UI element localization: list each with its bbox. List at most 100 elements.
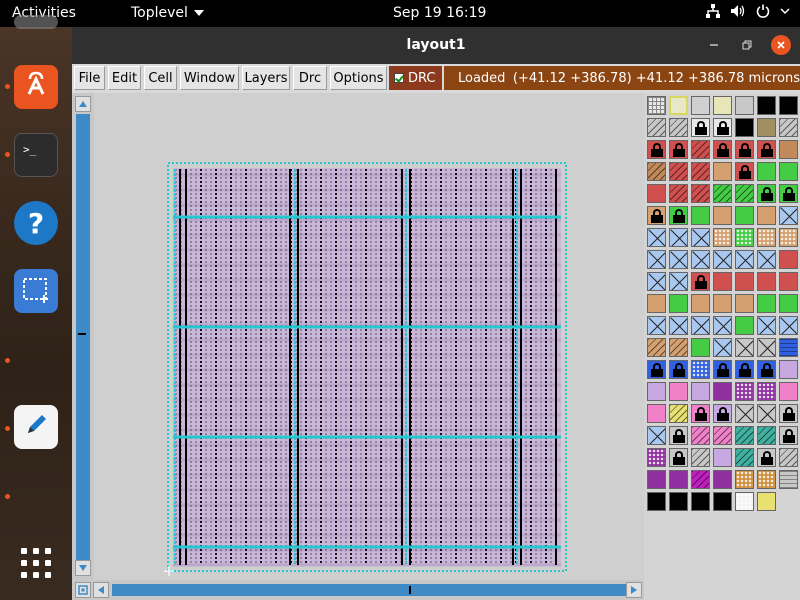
layer-swatch-grey-hatch[interactable] [779,118,798,137]
layer-swatch-grey-cross[interactable] [735,338,754,357]
maximize-button[interactable] [737,35,757,55]
system-tray[interactable] [706,4,790,18]
layer-swatch-tan[interactable] [713,162,732,181]
layer-swatch-brown[interactable] [779,140,798,159]
layer-swatch-lock-blue[interactable] [735,360,754,379]
layer-swatch-grey-hatch[interactable] [691,448,710,467]
layer-swatch-lilac[interactable] [779,360,798,379]
layer-swatch-lock-red[interactable] [735,140,754,159]
menu-file[interactable]: File [74,66,105,90]
dock-item-text-editor[interactable] [14,405,58,449]
layer-swatch-lock-grey[interactable] [779,426,798,445]
layer-swatch-teal-hatch[interactable] [757,426,776,445]
layer-swatch-pink[interactable] [647,404,666,423]
layer-swatch-blue-cross[interactable] [669,316,688,335]
layer-swatch-blue-cross[interactable] [779,316,798,335]
layer-swatch-tan-hatch[interactable] [669,338,688,357]
layer-swatch-magenta-hatch[interactable] [691,470,710,489]
layer-swatch-purple-dots[interactable] [735,382,754,401]
layer-swatch-teal-hatch[interactable] [735,426,754,445]
layer-swatch-pink-hatch[interactable] [713,426,732,445]
layer-swatch-lock-grey[interactable] [669,448,688,467]
layer-swatch-lock-black[interactable] [647,492,666,511]
layer-swatch-lock-blue[interactable] [647,360,666,379]
vertical-scroll-thumb[interactable] [76,114,90,562]
layout-drawing[interactable] [94,93,644,580]
layer-swatch-blue-cross[interactable] [647,228,666,247]
layer-swatch-green-hatch[interactable] [713,184,732,203]
layer-swatch-red[interactable] [647,184,666,203]
menu-options[interactable]: Options [330,66,387,90]
layer-swatch-lock[interactable] [713,118,732,137]
layer-swatch-tan[interactable] [647,294,666,313]
layer-swatch-hatch-black[interactable] [757,96,776,115]
clock[interactable]: Sep 19 16:19 [393,5,486,21]
layer-swatch-grey-hatch[interactable] [647,118,666,137]
layer-swatch-white-dots[interactable] [735,492,754,511]
layer-swatch-grey-cross[interactable] [757,404,776,423]
layer-swatch-lock-tan[interactable] [647,206,666,225]
layer-swatch-purple[interactable] [647,470,666,489]
layer-swatch-blue-cross[interactable] [757,316,776,335]
layer-swatch-lock-red[interactable] [713,140,732,159]
scroll-down-button[interactable] [75,560,91,576]
layer-swatch-lock-red[interactable] [647,140,666,159]
layer-swatch-red-hatch[interactable] [691,140,710,159]
dock-item-screenshot[interactable] [14,269,58,313]
layer-swatch-grid[interactable] [647,96,666,115]
layer-swatch-green[interactable] [735,316,754,335]
scroll-right-button[interactable] [626,582,642,598]
layer-swatch-purple-dots[interactable] [757,382,776,401]
dock-show-apps[interactable] [14,543,58,587]
layer-swatch-teal-hatch[interactable] [735,448,754,467]
layer-swatch-grey[interactable] [735,96,754,115]
layer-swatch-blue-cross[interactable] [691,316,710,335]
layer-swatch-green[interactable] [669,294,688,313]
layer-swatch-lock-green[interactable] [779,184,798,203]
layer-swatch-blue-cross[interactable] [669,250,688,269]
dock-item-terminal[interactable]: >_ [14,133,58,177]
layer-swatch-pink[interactable] [779,382,798,401]
layer-swatch-yellow-hatch[interactable] [669,404,688,423]
layer-swatch-blue-cross[interactable] [735,250,754,269]
layer-swatch-tan[interactable] [713,294,732,313]
layer-swatch-tan-hatch[interactable] [647,338,666,357]
layer-swatch-black-hatch[interactable] [691,492,710,511]
layer-swatch-lock-grey[interactable] [757,448,776,467]
layer-swatch-blue-cross[interactable] [669,272,688,291]
layer-swatch-green[interactable] [779,162,798,181]
layer-swatch-lock-blue[interactable] [713,360,732,379]
layer-swatch-red[interactable] [735,272,754,291]
layer-swatch-lilac[interactable] [691,382,710,401]
layer-swatch-blue-cross[interactable] [669,228,688,247]
horizontal-scroll-thumb[interactable] [112,584,626,596]
layer-swatch-blue-cross[interactable] [713,338,732,357]
layer-swatch-blue-wave[interactable] [779,338,798,357]
layer-swatch-lilac[interactable] [713,448,732,467]
drc-toggle[interactable]: DRC [389,66,442,90]
layer-swatch-olive[interactable] [757,118,776,137]
layer-swatch-lock-grey[interactable] [669,426,688,445]
layer-swatch-lock-green[interactable] [757,184,776,203]
layer-swatch-lock-green[interactable] [669,206,688,225]
dock-item-partial[interactable] [14,15,58,29]
layer-swatch-tan[interactable] [735,294,754,313]
layer-swatch-lock-pink[interactable] [691,404,710,423]
layer-swatch-green-hatch[interactable] [735,184,754,203]
layer-swatch-blue-cross[interactable] [757,250,776,269]
layer-swatch-orange-dots[interactable] [735,470,754,489]
layer-swatch-blue-dots[interactable] [691,360,710,379]
layer-swatch-green[interactable] [757,294,776,313]
minimize-button[interactable] [704,35,724,55]
layer-swatch-tan[interactable] [691,294,710,313]
drc-checkbox[interactable] [394,73,404,83]
layer-swatch-grey-wave[interactable] [779,470,798,489]
layer-swatch-lock[interactable] [691,118,710,137]
layer-swatch-purple[interactable] [713,470,732,489]
layer-swatch-red-hatch[interactable] [669,162,688,181]
layer-swatch-tan-dots[interactable] [757,228,776,247]
layer-swatch-tan[interactable] [757,206,776,225]
layer-swatch-black[interactable] [669,492,688,511]
layout-canvas[interactable] [94,93,644,580]
layer-swatch-red-hatch[interactable] [691,162,710,181]
